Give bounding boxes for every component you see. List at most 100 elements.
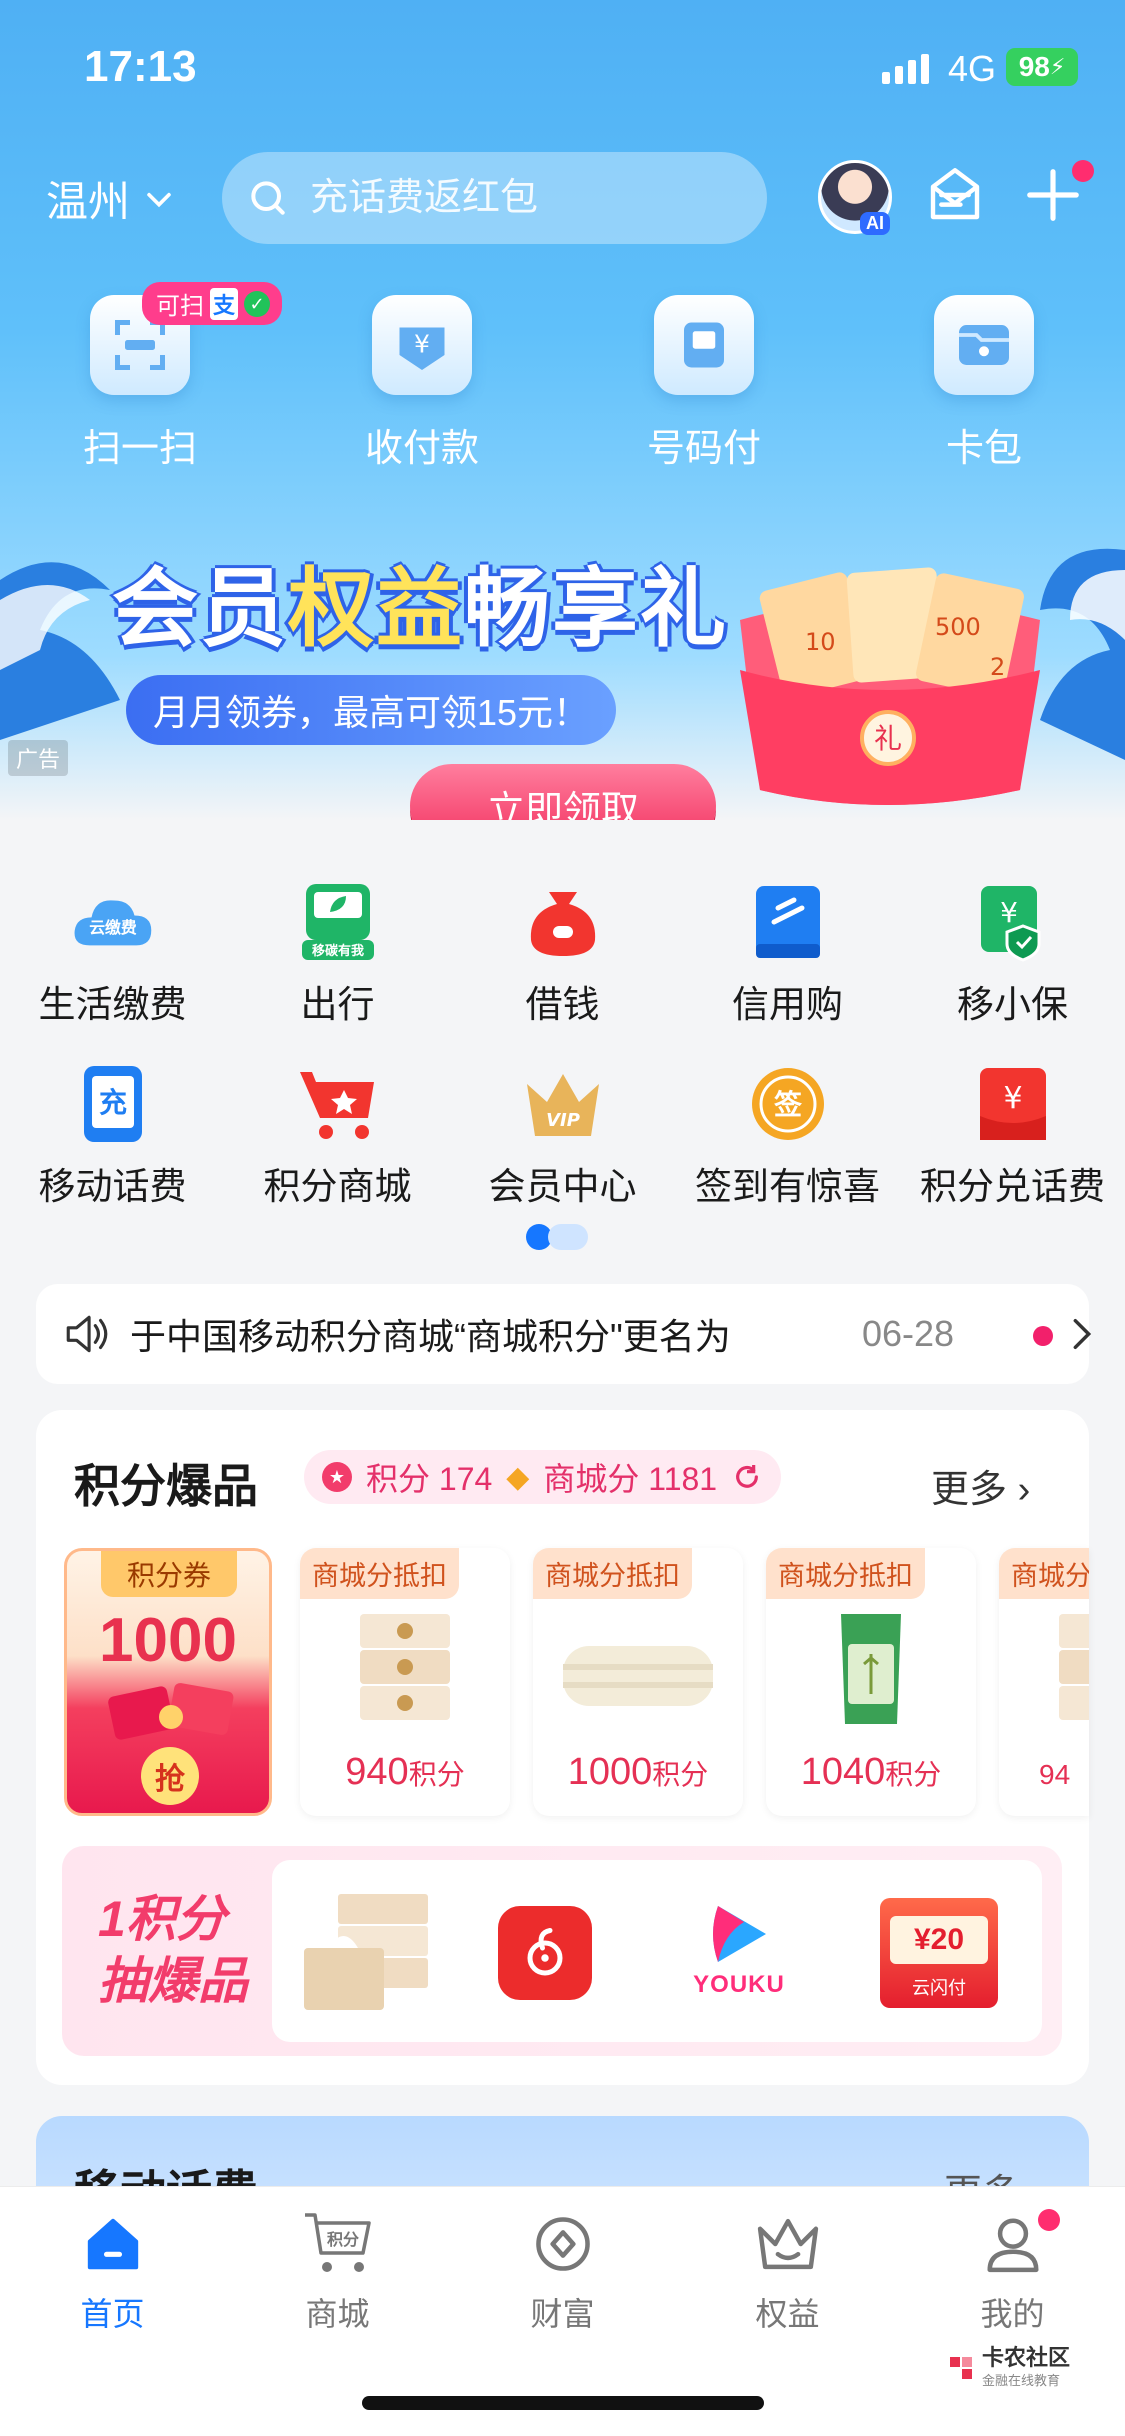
- tab-home[interactable]: 首页: [0, 2209, 225, 2335]
- tissue-box-image: [304, 1894, 428, 2010]
- speaker-icon: [66, 1315, 108, 1353]
- credit-card-icon: [746, 880, 830, 964]
- claim-button[interactable]: 立即领取: [410, 764, 716, 820]
- crown-icon: [753, 2209, 823, 2279]
- message-icon[interactable]: [922, 162, 988, 228]
- chevron-down-icon: [147, 192, 171, 207]
- city-selector[interactable]: 温州: [46, 168, 176, 229]
- price-value: 1000: [567, 1751, 653, 1793]
- grab-button[interactable]: 抢: [141, 1747, 199, 1805]
- product-tag: 商城分抵扣: [300, 1548, 459, 1599]
- product-card[interactable]: 商城分抵扣 1040积分: [766, 1548, 976, 1816]
- banner-title-highlight: 权益: [288, 561, 464, 657]
- phone-pay-icon: [654, 295, 754, 395]
- cart-icon: [296, 1062, 380, 1146]
- service-label: 移动话费: [38, 1166, 187, 1207]
- tab-label: 我的: [980, 2296, 1045, 2332]
- service-label: 积分兑话费: [920, 1166, 1105, 1207]
- service-member-center[interactable]: VIP 会员中心: [450, 1062, 675, 1210]
- youku-label: YOUKU: [693, 1971, 785, 1998]
- service-points-mall[interactable]: 积分商城: [225, 1062, 450, 1210]
- search-bar[interactable]: [222, 152, 767, 244]
- red-envelope-illustration: 10 500 2 礼: [740, 567, 1040, 805]
- watermark: 卡农社区 金融在线教育: [946, 2346, 1070, 2389]
- tab-mine[interactable]: 我的: [900, 2209, 1125, 2335]
- gift-amount: 10: [805, 628, 836, 656]
- service-points-exchange[interactable]: ¥ 积分兑话费: [900, 1062, 1125, 1210]
- status-bar: 17:13 4G 98 ⚡: [0, 0, 1125, 130]
- product-card[interactable]: 商城分抵扣 940积分: [300, 1548, 510, 1816]
- product-price: 1040积分: [766, 1751, 976, 1794]
- tab-wealth[interactable]: 财富: [450, 2209, 675, 2335]
- price-unit: 积分: [408, 1759, 465, 1790]
- service-mobile-recharge[interactable]: 充 移动话费: [0, 1062, 225, 1210]
- svg-text:¥: ¥: [1000, 896, 1018, 929]
- announcement-bar[interactable]: 于中国移动积分商城“商城积分"更名为“ 06-28: [36, 1284, 1092, 1384]
- service-label: 会员中心: [488, 1166, 637, 1207]
- unread-dot: [1033, 1326, 1053, 1346]
- check-icon: ✓: [244, 290, 271, 317]
- service-label: 信用购: [732, 984, 843, 1025]
- service-borrow[interactable]: 借钱: [450, 880, 675, 1028]
- insurance-icon: ¥: [971, 880, 1055, 964]
- coupon-title: 积分券: [101, 1551, 237, 1597]
- service-credit-buy[interactable]: 信用购: [675, 880, 900, 1028]
- svg-text:¥: ¥: [414, 330, 430, 359]
- gift-amount: 2: [990, 653, 1005, 681]
- service-label: 移小保: [957, 984, 1068, 1025]
- service-travel[interactable]: 移碳有我 出行: [225, 880, 450, 1028]
- icon-text: 签: [773, 1088, 801, 1121]
- scan-badge-text: 可扫: [156, 293, 204, 320]
- gift-amount: 500: [935, 613, 981, 641]
- tab-label: 财富: [530, 2296, 595, 2332]
- tab-mall[interactable]: 积分 商城: [225, 2209, 450, 2335]
- refresh-icon[interactable]: [731, 1461, 763, 1493]
- lucky-draw-prizes: YOUKU ¥20 云闪付: [272, 1860, 1042, 2042]
- money-bag-icon: [521, 880, 605, 964]
- product-card[interactable]: 商城分抵扣 1000积分: [533, 1548, 743, 1816]
- search-input[interactable]: [310, 176, 730, 220]
- tab-benefits[interactable]: 权益: [675, 2209, 900, 2335]
- vip-crown-icon: VIP: [521, 1062, 605, 1146]
- points-balance[interactable]: ★ 积分 174 ◆ 商城分 1181: [304, 1450, 782, 1504]
- more-link[interactable]: 更多 ›: [931, 1458, 1030, 1513]
- quick-action-number-pay[interactable]: 号码付: [604, 295, 804, 472]
- points-value: 积分 174: [366, 1461, 493, 1497]
- quick-action-card-wallet[interactable]: 卡包: [884, 295, 1084, 472]
- service-label: 签到有惊喜: [695, 1166, 880, 1207]
- points-coupon[interactable]: 积分券 1000 抢: [64, 1548, 272, 1816]
- points-products-card: 积分爆品 ★ 积分 174 ◆ 商城分 1181 更多 › 积分券 1000 抢…: [36, 1410, 1089, 2085]
- icon-text: 充: [98, 1086, 126, 1119]
- tissue-pack-image: [1059, 1614, 1089, 1720]
- cloud-bill-icon: 云缴费: [71, 880, 155, 964]
- coupon-value: 1000: [99, 1606, 237, 1675]
- announcement-date: 06-28: [862, 1313, 955, 1354]
- promo-banner[interactable]: 会员权益畅享礼 月月领券，最高可领15元！ 10 500 2 礼 立即领取 广告: [0, 500, 1125, 820]
- status-time: 17:13: [84, 42, 197, 91]
- service-label: 生活缴费: [38, 984, 187, 1025]
- tab-label: 商城: [305, 2296, 370, 2332]
- mall-points-diamond-icon: ◆: [506, 1460, 530, 1494]
- product-card[interactable]: 商城分 94: [999, 1548, 1089, 1816]
- more-label: 更多: [931, 1469, 1008, 1511]
- user-icon: [978, 2209, 1048, 2279]
- ad-label: 广告: [8, 740, 69, 776]
- voucher-image: ¥20 云闪付: [880, 1898, 998, 2008]
- signal-icon: [882, 54, 929, 84]
- price-value: 940: [345, 1751, 409, 1793]
- eco-travel-icon: 移碳有我: [296, 880, 380, 964]
- watermark-subtitle: 金融在线教育: [982, 2373, 1061, 2388]
- lucky-draw-banner[interactable]: 1积分 抽爆品 YOUKU ¥20 云闪付: [62, 1846, 1062, 2056]
- service-insurance[interactable]: ¥ 移小保: [900, 880, 1125, 1028]
- price-unit: 积分: [885, 1759, 942, 1790]
- product-price: 1000积分: [533, 1751, 743, 1794]
- icon-text: VIP: [546, 1110, 580, 1131]
- page-dot: [548, 1224, 588, 1250]
- voucher-brand: 云闪付: [912, 1978, 966, 1998]
- service-checkin[interactable]: 签 签到有惊喜: [675, 1062, 900, 1210]
- youku-icon: YOUKU: [684, 1902, 794, 1999]
- quick-action-pay[interactable]: ¥ 收付款: [322, 295, 522, 472]
- service-life-bill[interactable]: 云缴费 生活缴费: [0, 880, 225, 1028]
- voucher-value: ¥20: [890, 1916, 988, 1964]
- alipay-icon: 支: [210, 287, 239, 320]
